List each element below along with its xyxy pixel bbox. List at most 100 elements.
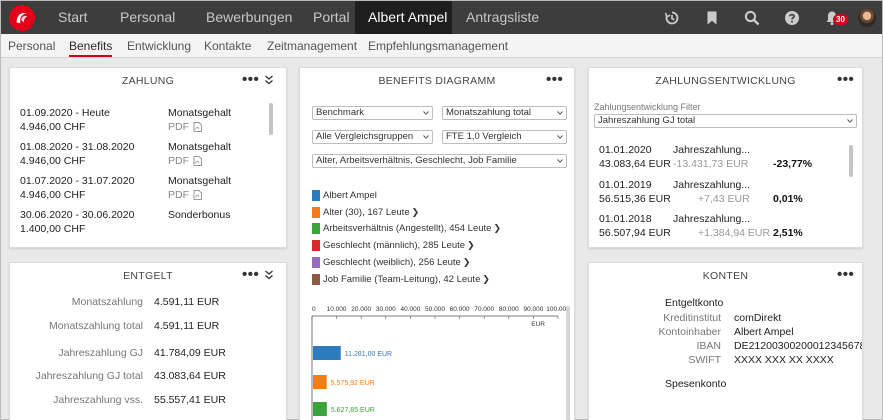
help-button[interactable] — [772, 1, 812, 34]
tab-empfehlungsmanagement[interactable]: Empfehlungsmanagement — [368, 39, 508, 53]
panel-title: BENEFITS DIAGRAMM — [378, 75, 496, 87]
more-options-icon[interactable]: ••• — [242, 71, 259, 88]
section-heading: Spesenkonto — [665, 378, 727, 390]
bookmark-button[interactable] — [692, 1, 732, 34]
development-percent: 2,51% — [773, 227, 803, 239]
logo-icon — [16, 12, 28, 23]
top-navigation-bar: Start Personal Bewerbungen Portal Albert… — [1, 1, 882, 34]
notifications-button[interactable]: 30 — [812, 1, 852, 34]
konten-panel: KONTEN ••• Entgeltkonto Kreditinstitut c… — [588, 262, 863, 420]
tab-entwicklung[interactable]: Entwicklung — [127, 39, 191, 53]
payment-amount: 1.400,00 CHF — [20, 223, 86, 235]
payment-period: 01.07.2020 - 31.07.2020 — [20, 175, 135, 187]
tab-zeitmanagement[interactable]: Zeitmanagement — [267, 39, 357, 53]
pdf-link[interactable]: PDF — [168, 189, 202, 201]
fte-select[interactable]: FTE 1,0 Vergleich — [442, 130, 567, 144]
legend-label: Arbeitsverhältnis (Angestellt), 454 Leut… — [323, 223, 492, 234]
metric-select[interactable]: Monatszahlung total — [442, 106, 567, 120]
account-value: comDirekt — [734, 312, 782, 324]
legend-item[interactable]: Geschlecht (männlich), 285 Leute ❯ — [312, 240, 475, 251]
account-value: DE21200300200012345678 — [734, 340, 863, 352]
chevron-right-icon: ❯ — [467, 240, 475, 250]
benchmark-select[interactable]: Benchmark — [312, 106, 433, 120]
scrollbar[interactable] — [566, 306, 570, 420]
collapse-chevron-icon[interactable] — [264, 74, 274, 86]
nav-start[interactable]: Start — [45, 1, 107, 34]
pdf-link[interactable]: PDF — [168, 121, 202, 133]
payment-type: Sonderbonus — [168, 209, 231, 221]
comparison-group-select[interactable]: Alle Vergleichsgruppen — [312, 130, 433, 144]
select-value: Alle Vergleichsgruppen — [316, 131, 414, 142]
search-button[interactable] — [732, 1, 772, 34]
legend-item[interactable]: Alter (30), 167 Leute ❯ — [312, 207, 419, 218]
legend-swatch — [312, 207, 320, 218]
collapse-chevron-icon[interactable] — [264, 269, 274, 281]
help-icon — [785, 10, 799, 25]
tick-label: 80.000 — [499, 306, 519, 313]
notification-badge: 30 — [833, 14, 848, 25]
scrollbar[interactable] — [849, 145, 853, 177]
panel-title: ZAHLUNGSENTWICKLUNG — [655, 75, 796, 87]
tick-label: 90.000 — [523, 306, 543, 313]
legend-swatch — [312, 274, 320, 285]
chevron-right-icon: ❯ — [411, 207, 420, 217]
legend-swatch — [312, 223, 320, 234]
legend-item[interactable]: Job Familie (Team-Leitung), 42 Leute ❯ — [312, 274, 490, 285]
zahlung-panel: ZAHLUNG ••• 01.09.2020 - Heute 4.946,00 … — [9, 67, 287, 248]
development-delta: +1.384,94 EUR — [698, 227, 771, 239]
history-button[interactable] — [652, 1, 692, 34]
more-options-icon[interactable]: ••• — [546, 71, 563, 88]
tab-benefits[interactable]: Benefits — [69, 39, 113, 57]
nav-bewerbungen[interactable]: Bewerbungen — [193, 1, 305, 34]
legend-item[interactable]: Arbeitsverhältnis (Angestellt), 454 Leut… — [312, 223, 501, 234]
legend-label: Albert Ampel — [323, 190, 377, 201]
chevron-down-icon — [557, 135, 563, 139]
nav-albert-ampel[interactable]: Albert Ampel — [355, 1, 452, 34]
legend-label: Geschlecht (männlich), 285 Leute — [323, 240, 466, 251]
select-value: Alter, Arbeitsverhältnis, Geschlecht, Jo… — [316, 155, 517, 166]
criteria-multiselect[interactable]: Alter, Arbeitsverhältnis, Geschlecht, Jo… — [312, 154, 567, 168]
chevron-down-icon — [557, 159, 563, 163]
app-logo[interactable] — [9, 4, 35, 31]
development-date: 01.01.2020 — [599, 144, 652, 156]
legend-swatch — [312, 240, 320, 251]
tab-personal[interactable]: Personal — [8, 39, 55, 53]
more-options-icon[interactable]: ••• — [837, 266, 854, 283]
development-percent: -23,77% — [773, 158, 813, 170]
diagramm-header: BENEFITS DIAGRAMM ••• — [300, 68, 574, 96]
nav-antragsliste[interactable]: Antragsliste — [452, 1, 562, 34]
filter-label: Zahlungsentwicklung Filter — [594, 102, 701, 112]
entgelt-value: 43.083,64 EUR — [154, 370, 226, 382]
more-options-icon[interactable]: ••• — [242, 266, 259, 283]
benefits-diagramm-panel: BENEFITS DIAGRAMM ••• Benchmark Monatsza… — [299, 67, 575, 420]
account-label: IBAN — [696, 340, 721, 352]
user-menu-button[interactable] — [852, 1, 882, 34]
more-options-icon[interactable]: ••• — [837, 71, 854, 88]
pdf-link[interactable]: PDF — [168, 155, 202, 167]
legend-label: Alter (30), 167 Leute — [323, 207, 410, 218]
tab-kontakte[interactable]: Kontakte — [204, 39, 251, 53]
legend-label: Job Familie (Team-Leitung), 42 Leute — [323, 274, 481, 285]
select-value: Benchmark — [316, 107, 365, 118]
payment-amount: 4.946,00 CHF — [20, 155, 86, 167]
development-amount: 56.515,36 EUR — [599, 193, 671, 205]
chevron-right-icon: ❯ — [462, 257, 471, 267]
select-value: FTE 1,0 Vergleich — [446, 131, 522, 142]
zahlungsentwicklung-panel: ZAHLUNGSENTWICKLUNG ••• Zahlungsentwickl… — [588, 67, 863, 248]
bookmark-icon — [707, 11, 717, 24]
pdf-label: PDF — [168, 189, 189, 201]
entgelt-value: 55.557,41 EUR — [154, 394, 226, 406]
legend-item[interactable]: Albert Ampel — [312, 190, 377, 201]
pdf-file-icon — [193, 190, 202, 200]
top-actions: 30 — [652, 1, 882, 34]
scrollbar[interactable] — [269, 103, 273, 135]
legend-swatch — [312, 257, 320, 268]
bar-value-label: 11.281,00 EUR — [345, 351, 392, 358]
chevron-down-icon — [423, 111, 429, 115]
chevron-down-icon — [423, 135, 429, 139]
development-type: Jahreszahlung... — [673, 179, 751, 191]
nav-portal[interactable]: Portal — [305, 1, 355, 34]
zahlungsentwicklung-filter-select[interactable]: Jahreszahlung GJ total — [594, 114, 857, 128]
nav-personal[interactable]: Personal — [107, 1, 193, 34]
legend-item[interactable]: Geschlecht (weiblich), 256 Leute ❯ — [312, 257, 470, 268]
